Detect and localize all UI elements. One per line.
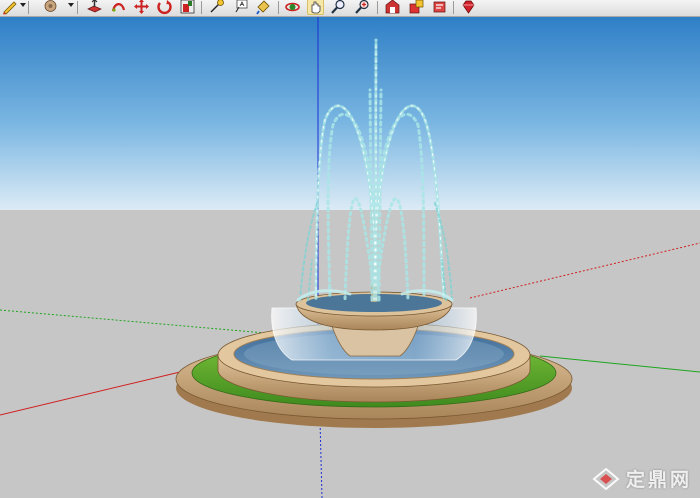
ruby-icon[interactable] bbox=[460, 0, 477, 15]
toolbar-separator bbox=[453, 1, 454, 14]
follow-me-icon[interactable] bbox=[110, 0, 127, 15]
chevron-down-icon[interactable] bbox=[68, 3, 74, 7]
toolbar-separator bbox=[201, 1, 202, 14]
watermark: 定鼎网 bbox=[592, 465, 692, 492]
rotate-icon[interactable] bbox=[156, 0, 173, 15]
model-info-icon[interactable] bbox=[431, 0, 448, 15]
text-icon[interactable] bbox=[232, 0, 249, 15]
toolbar-separator bbox=[77, 1, 78, 14]
toolbar-separator bbox=[377, 1, 378, 14]
paint-bucket-icon[interactable] bbox=[42, 0, 59, 15]
paint-icon[interactable] bbox=[255, 0, 272, 15]
extension-icon[interactable] bbox=[408, 0, 425, 15]
chevron-down-icon[interactable] bbox=[20, 3, 26, 7]
toolbar-separator bbox=[28, 1, 29, 14]
offset-icon[interactable] bbox=[179, 0, 196, 15]
toolbar bbox=[0, 0, 700, 17]
pencil-icon[interactable] bbox=[1, 0, 18, 15]
tape-measure-icon[interactable] bbox=[208, 0, 225, 15]
zoom-extents-icon[interactable] bbox=[354, 0, 371, 15]
warehouse-icon[interactable] bbox=[384, 0, 401, 15]
model-viewport[interactable] bbox=[0, 17, 700, 498]
watermark-text: 定鼎网 bbox=[625, 469, 692, 491]
push-pull-icon[interactable] bbox=[86, 0, 103, 15]
zoom-icon[interactable] bbox=[330, 0, 347, 15]
diamond-logo-icon bbox=[592, 467, 620, 490]
move-icon[interactable] bbox=[133, 0, 150, 15]
orbit-icon[interactable] bbox=[284, 0, 301, 15]
sketchup-window: 定鼎网 bbox=[0, 0, 700, 498]
toolbar-separator bbox=[278, 1, 279, 14]
pan-icon[interactable] bbox=[307, 0, 324, 15]
